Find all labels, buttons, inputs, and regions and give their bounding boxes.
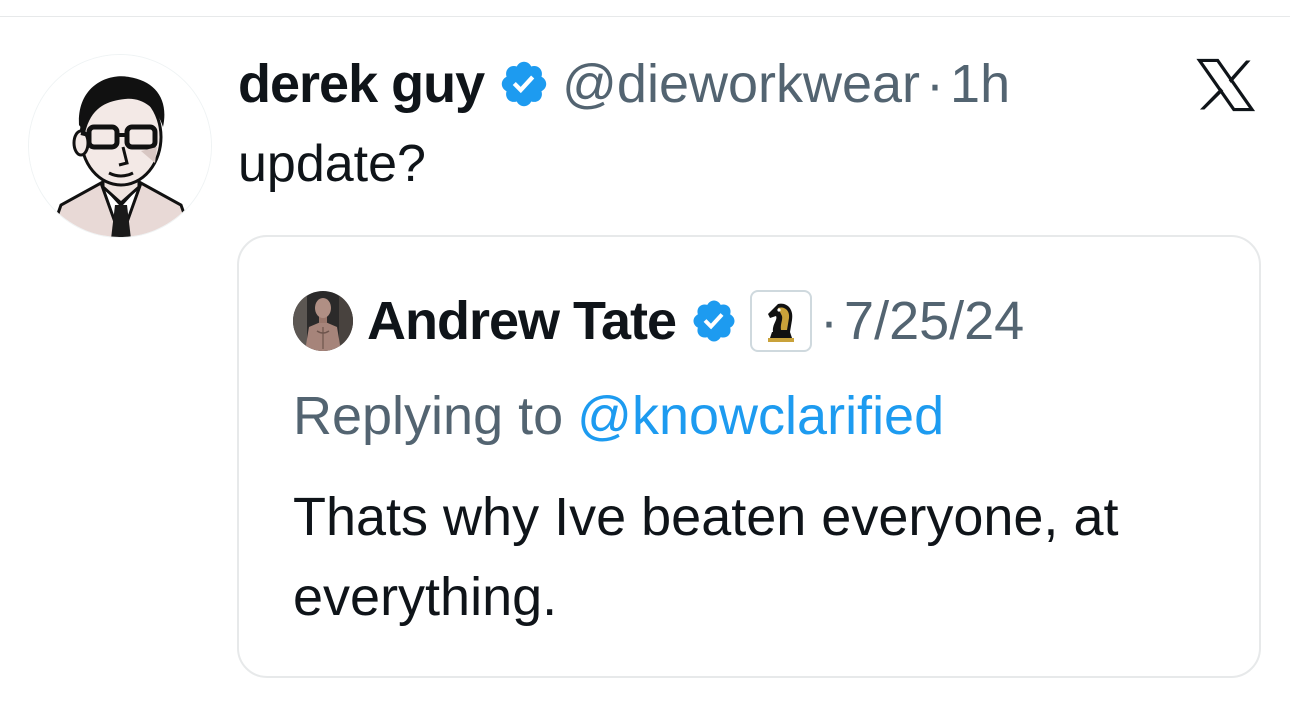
verified-badge-icon[interactable] <box>498 58 550 110</box>
top-divider <box>0 16 1290 17</box>
tweet-header: derek guy @dieworkwear · 1h <box>238 46 1010 122</box>
replying-to-mention-link[interactable]: @knowclarified <box>577 386 944 446</box>
separator-dot: · <box>820 291 839 351</box>
tweet-timestamp[interactable]: 1h <box>950 53 1010 115</box>
quoted-tweet-date[interactable]: 7/25/24 <box>844 290 1024 352</box>
quoted-author-display-name[interactable]: Andrew Tate <box>367 290 677 352</box>
verified-badge-icon[interactable] <box>690 297 738 345</box>
chess-knight-icon <box>768 303 795 342</box>
affiliate-badge[interactable] <box>750 290 813 352</box>
author-handle[interactable]: @dieworkwear <box>562 53 920 115</box>
quoted-tweet-header: Andrew Tate · 7/25/24 <box>293 289 1024 353</box>
replying-to-label: Replying to <box>293 386 564 446</box>
x-logo-icon[interactable] <box>1196 58 1256 112</box>
separator-dot: · <box>926 54 945 114</box>
quoted-tweet-card[interactable]: Andrew Tate · 7/25/24 Replying to @knowcl… <box>237 235 1261 678</box>
author-avatar[interactable] <box>28 54 212 238</box>
author-display-name[interactable]: derek guy <box>238 53 485 115</box>
replying-to-line: Replying to @knowclarified <box>293 385 944 447</box>
shirtless-man-avatar <box>293 291 353 351</box>
illustrated-man-glasses-avatar <box>29 55 211 237</box>
tweet-text: update? <box>238 135 426 193</box>
quoted-tweet-text: Thats why Ive beaten everyone, at everyt… <box>293 487 1119 627</box>
quoted-author-avatar[interactable] <box>293 291 353 351</box>
